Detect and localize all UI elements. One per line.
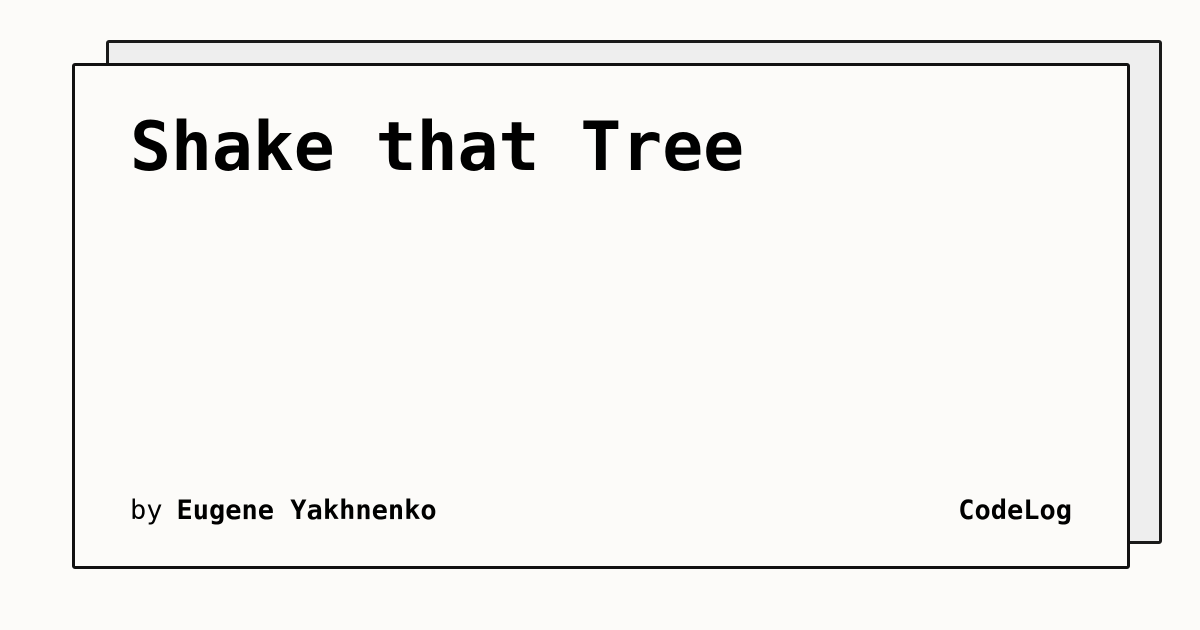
byline: by Eugene Yakhnenko <box>130 495 437 526</box>
card-footer: by Eugene Yakhnenko CodeLog <box>130 495 1072 526</box>
post-title: Shake that Tree <box>130 108 745 187</box>
site-brand: CodeLog <box>958 495 1072 526</box>
byline-prefix: by <box>130 495 163 526</box>
post-card: Shake that Tree by Eugene Yakhnenko CodeL… <box>72 63 1130 569</box>
author-name: Eugene Yakhnenko <box>176 495 437 526</box>
